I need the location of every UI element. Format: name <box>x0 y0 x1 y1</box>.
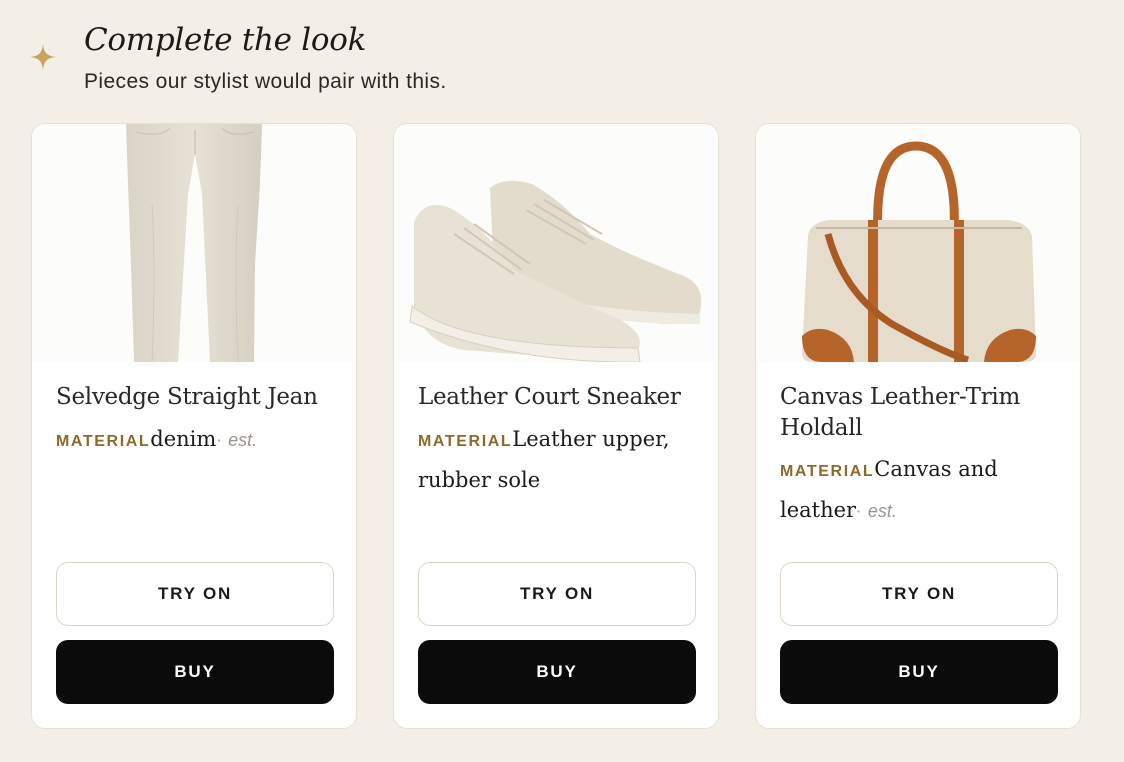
material-label: MATERIAL <box>780 463 875 480</box>
material-label: MATERIAL <box>56 433 151 450</box>
separator: · <box>856 502 862 521</box>
try-on-button[interactable]: TRY ON <box>780 562 1058 626</box>
product-image-sneaker[interactable] <box>394 124 718 363</box>
material-value: denim <box>150 427 217 451</box>
buy-button[interactable]: BUY <box>56 640 334 704</box>
section-title: Complete the look <box>84 22 367 58</box>
buy-button[interactable]: BUY <box>780 640 1058 704</box>
try-on-button[interactable]: TRY ON <box>56 562 334 626</box>
estimate-text: est. <box>867 501 897 521</box>
sparkle-icon <box>30 44 56 70</box>
product-card-jean: Selvedge Straight Jean MATERIALdenim· es… <box>31 123 357 729</box>
product-material: MATERIALdenim· est. <box>56 420 342 461</box>
product-material: MATERIALCanvas and leather· est. <box>780 450 1066 531</box>
material-label: MATERIAL <box>418 433 513 450</box>
product-material: MATERIALLeather upper, rubber sole <box>418 420 704 500</box>
buy-button[interactable]: BUY <box>418 640 696 704</box>
estimate-text: est. <box>228 430 258 450</box>
separator: · <box>216 431 222 450</box>
product-name[interactable]: Leather Court Sneaker <box>418 382 698 413</box>
product-name[interactable]: Canvas Leather-Trim Holdall <box>780 382 1060 444</box>
section-subtitle: Pieces our stylist would pair with this. <box>84 70 447 93</box>
product-card-sneaker: Leather Court Sneaker MATERIALLeather up… <box>393 123 719 729</box>
product-image-holdall[interactable] <box>756 124 1080 364</box>
product-card-holdall: Canvas Leather-Trim Holdall MATERIALCanv… <box>755 123 1081 729</box>
product-image-jean[interactable] <box>32 124 356 363</box>
try-on-button[interactable]: TRY ON <box>418 562 696 626</box>
product-name[interactable]: Selvedge Straight Jean <box>56 382 336 413</box>
